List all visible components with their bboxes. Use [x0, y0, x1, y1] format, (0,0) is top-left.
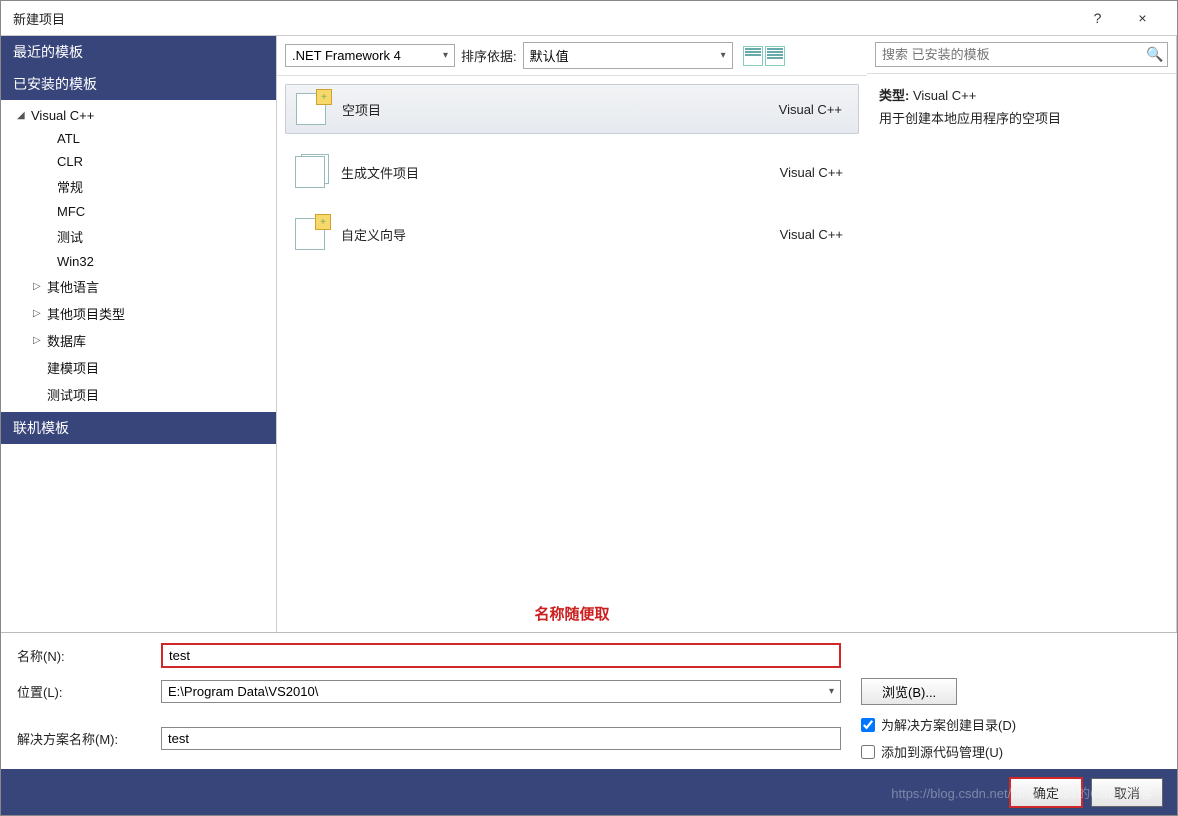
template-item-customwizard[interactable]: + 自定义向导 Visual C++ [285, 210, 859, 258]
ok-button[interactable]: 确定 [1009, 777, 1083, 808]
sidebar-header-recent[interactable]: 最近的模板 [1, 36, 276, 68]
chevron-right-icon: ▷ [33, 281, 47, 292]
chevron-down-icon: ▾ [721, 50, 726, 61]
add-scc-checkbox[interactable]: 添加到源代码管理(U) [861, 742, 1003, 761]
location-combo[interactable]: E:\Program Data\VS2010\ ▾ [161, 680, 841, 703]
create-dir-checkbox[interactable]: 为解决方案创建目录(D) [861, 715, 1016, 734]
sidebar-header-installed[interactable]: 已安装的模板 [1, 68, 276, 100]
view-buttons [743, 46, 785, 66]
titlebar: 新建项目 ? × [1, 1, 1177, 36]
type-label: 类型: [879, 88, 909, 103]
project-icon [293, 154, 329, 190]
search-input[interactable] [876, 43, 1143, 66]
chevron-right-icon: ▷ [33, 335, 47, 346]
search-box[interactable]: 🔍 [875, 42, 1168, 67]
project-icon: + [294, 91, 330, 127]
template-name: 自定义向导 [341, 225, 780, 244]
tree-item-database[interactable]: ▷数据库 [1, 327, 276, 354]
chevron-down-icon: ▾ [829, 686, 834, 697]
template-tree: ◢ Visual C++ ATL CLR 常规 MFC 测试 Win32 ▷其他… [1, 100, 276, 412]
solution-name-label: 解决方案名称(M): [17, 729, 161, 748]
window-title: 新建项目 [13, 9, 1075, 28]
sort-label: 排序依据: [461, 46, 517, 65]
type-value: Visual C++ [913, 88, 976, 103]
tree-label: Visual C++ [31, 108, 94, 123]
view-medium-icon[interactable] [743, 46, 763, 66]
project-icon: + [293, 216, 329, 252]
solution-name-input[interactable] [161, 727, 841, 750]
chevron-down-icon: ◢ [17, 110, 31, 121]
template-name: 生成文件项目 [341, 163, 780, 182]
framework-combo[interactable]: .NET Framework 4 ▾ [285, 44, 455, 67]
sidebar: 最近的模板 已安装的模板 ◢ Visual C++ ATL CLR 常规 MFC… [1, 36, 277, 632]
tree-item-clr[interactable]: CLR [1, 150, 276, 173]
template-name: 空项目 [342, 100, 779, 119]
template-lang: Visual C++ [780, 227, 851, 242]
location-value: E:\Program Data\VS2010\ [168, 684, 318, 699]
center-pane: .NET Framework 4 ▾ 排序依据: 默认值 ▾ + 空项目 Vis… [277, 36, 1177, 632]
tree-item-test-proj[interactable]: 测试项目 [1, 381, 276, 408]
name-input[interactable] [161, 643, 841, 668]
location-label: 位置(L): [17, 682, 161, 701]
dialog-footer: https://blog.csdn.net/tangjin@51的CSDN博客 … [1, 769, 1177, 815]
framework-value: .NET Framework 4 [292, 48, 401, 63]
tree-item-general[interactable]: 常规 [1, 173, 276, 200]
template-lang: Visual C++ [779, 102, 850, 117]
template-description: 类型: Visual C++ 用于创建本地应用程序的空项目 [867, 74, 1176, 141]
tree-item-other-proj[interactable]: ▷其他项目类型 [1, 300, 276, 327]
browse-button[interactable]: 浏览(B)... [861, 678, 957, 705]
template-item-makefile[interactable]: 生成文件项目 Visual C++ [285, 148, 859, 196]
template-item-empty[interactable]: + 空项目 Visual C++ [285, 84, 859, 134]
chevron-right-icon: ▷ [33, 308, 47, 319]
chevron-down-icon: ▾ [443, 50, 448, 61]
help-button[interactable]: ? [1075, 10, 1120, 26]
tree-item-visual-cpp[interactable]: ◢ Visual C++ [1, 104, 276, 127]
annotation-text: 名称随便取 [277, 603, 867, 624]
sort-combo[interactable]: 默认值 ▾ [523, 42, 733, 69]
search-icon[interactable]: 🔍 [1143, 46, 1167, 63]
tree-item-win32[interactable]: Win32 [1, 250, 276, 273]
tree-item-mfc[interactable]: MFC [1, 200, 276, 223]
bottom-form: 名称(N): 位置(L): E:\Program Data\VS2010\ ▾ … [1, 632, 1177, 777]
description-text: 用于创建本地应用程序的空项目 [879, 107, 1164, 130]
tree-item-atl[interactable]: ATL [1, 127, 276, 150]
tree-item-modeling[interactable]: 建模项目 [1, 354, 276, 381]
cancel-button[interactable]: 取消 [1091, 778, 1163, 807]
close-button[interactable]: × [1120, 10, 1165, 26]
tree-item-test[interactable]: 测试 [1, 223, 276, 250]
view-small-icon[interactable] [765, 46, 785, 66]
templates-pane: .NET Framework 4 ▾ 排序依据: 默认值 ▾ + 空项目 Vis… [277, 36, 867, 632]
sidebar-header-online[interactable]: 联机模板 [1, 412, 276, 444]
sort-value: 默认值 [530, 46, 569, 65]
details-pane: 🔍 类型: Visual C++ 用于创建本地应用程序的空项目 [867, 36, 1176, 632]
template-toolbar: .NET Framework 4 ▾ 排序依据: 默认值 ▾ [277, 36, 867, 76]
search-wrap: 🔍 [867, 36, 1176, 74]
template-list: + 空项目 Visual C++ 生成文件项目 Visual C++ + 自定义… [277, 76, 867, 632]
main-area: 最近的模板 已安装的模板 ◢ Visual C++ ATL CLR 常规 MFC… [1, 36, 1177, 632]
template-lang: Visual C++ [780, 165, 851, 180]
name-label: 名称(N): [17, 646, 161, 665]
tree-item-other-lang[interactable]: ▷其他语言 [1, 273, 276, 300]
